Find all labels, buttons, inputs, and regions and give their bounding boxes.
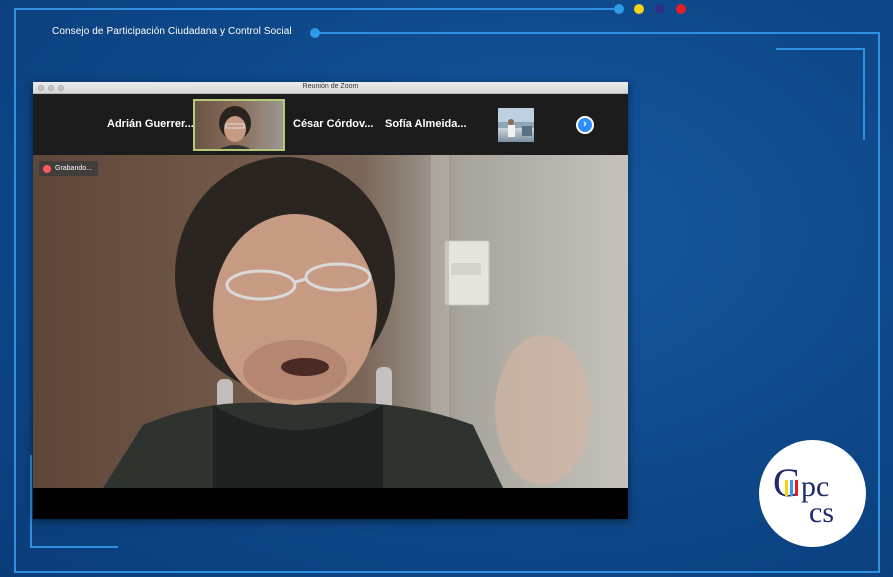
svg-text:cs: cs bbox=[809, 496, 834, 529]
participant-thumbnail-image bbox=[498, 108, 534, 137]
chevron-right-icon: › bbox=[583, 118, 587, 130]
inner-right-line bbox=[863, 48, 865, 140]
cpccs-logo: C pc cs bbox=[759, 440, 866, 547]
recording-label: Grabando... bbox=[55, 165, 92, 172]
participant-strip: Adrián Guerrer... César Córdov... Sofía … bbox=[33, 94, 628, 155]
participant-tile-sofia[interactable]: Sofía Almeida... bbox=[385, 118, 467, 130]
main-video: Grabando... bbox=[33, 155, 628, 488]
header-line-dot bbox=[310, 28, 320, 38]
next-participants-button[interactable]: › bbox=[576, 116, 594, 134]
window-titlebar: Reunión de Zoom bbox=[33, 82, 628, 94]
zoom-bottom-bar bbox=[33, 488, 628, 519]
inner-left-line bbox=[30, 455, 32, 548]
left-frame-line bbox=[14, 8, 16, 573]
red-dot bbox=[676, 4, 686, 14]
top-frame-line bbox=[14, 8, 618, 10]
inner-bottom-line bbox=[30, 546, 118, 548]
window-title: Reunión de Zoom bbox=[302, 83, 359, 90]
right-frame-line bbox=[878, 34, 880, 573]
yellow-dot bbox=[634, 4, 644, 14]
bottom-frame-line bbox=[14, 571, 880, 573]
speaker-thumbnail-image bbox=[219, 106, 251, 149]
participant-thumbnail[interactable] bbox=[498, 108, 534, 142]
recording-indicator: Grabando... bbox=[39, 161, 98, 176]
cpccs-logo-mark: C pc cs bbox=[773, 460, 834, 529]
speaker-video-image bbox=[103, 155, 591, 488]
indigo-dot bbox=[655, 4, 665, 14]
participant-tile-cesar[interactable]: César Córdov... bbox=[293, 118, 374, 130]
blue-dot bbox=[614, 4, 624, 14]
active-speaker-thumbnail[interactable] bbox=[193, 99, 285, 151]
org-title: Consejo de Participación Ciudadana y Con… bbox=[52, 26, 292, 37]
header-line bbox=[318, 32, 880, 34]
cloud-recording-icon bbox=[43, 164, 51, 173]
participant-tile-adrian[interactable]: Adrián Guerrer... bbox=[107, 118, 194, 130]
zoom-window: Reunión de Zoom Adrián Guerrer... César … bbox=[33, 82, 628, 519]
inner-right-top-line bbox=[776, 48, 865, 50]
